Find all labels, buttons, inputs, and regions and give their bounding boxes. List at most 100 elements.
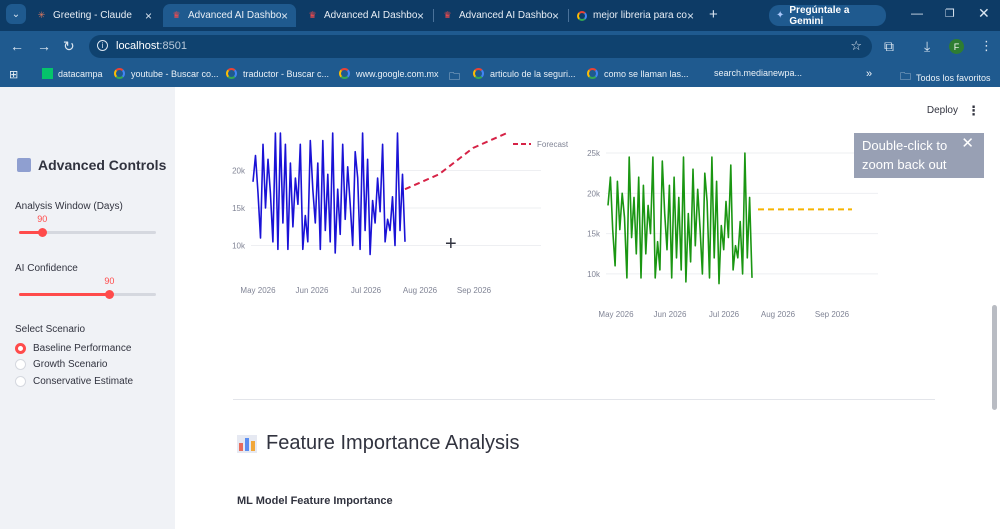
radio-unselected[interactable] xyxy=(15,359,26,370)
series-line xyxy=(607,152,753,285)
streamlit-icon: ♛ xyxy=(172,10,181,20)
scenario-option-baseline[interactable]: Baseline Performance xyxy=(15,343,131,354)
x-tick-label: Sep 2026 xyxy=(815,310,850,319)
y-tick-label: 15k xyxy=(232,204,246,213)
browser-tab-4[interactable]: mejor libreria para co × xyxy=(569,4,702,27)
address-toolbar: ← → ↻ i localhost:8501 ☆ ⧉ ⤓ F ⋮ xyxy=(0,31,1000,62)
tab-label: Advanced AI Dashbo xyxy=(459,10,553,21)
bookmark-3[interactable]: www.google.com.mx xyxy=(339,68,439,79)
tab-search-icon[interactable]: ⌄ xyxy=(6,4,26,24)
google-icon xyxy=(473,68,484,79)
minimize-icon[interactable]: — xyxy=(911,6,923,20)
more-bookmarks-icon[interactable]: » xyxy=(866,68,872,80)
slider-thumb[interactable] xyxy=(38,228,48,237)
x-tick-label: Jun 2026 xyxy=(296,286,329,295)
x-tick-label: May 2026 xyxy=(240,286,276,295)
legend-label: Forecast xyxy=(537,140,569,149)
radio-selected[interactable] xyxy=(15,343,26,354)
bookmarks-bar: ⊞ datacampa youtube - Buscar co... tradu… xyxy=(0,62,1000,87)
browser-tab-0[interactable]: ✳ Greeting - Claude × xyxy=(28,4,160,27)
crosshair-cursor-icon: + xyxy=(445,233,457,255)
close-tab-icon[interactable]: × xyxy=(552,9,559,23)
ai-confidence-slider[interactable]: 90 xyxy=(19,276,156,299)
x-tick-label: Jul 2026 xyxy=(709,310,740,319)
bar-chart-icon xyxy=(237,434,257,453)
ai-confidence-label: AI Confidence xyxy=(15,263,78,274)
bookmark-6[interactable]: como se llaman las... xyxy=(587,68,689,79)
folder-icon[interactable]: 🗀 xyxy=(449,68,460,87)
gemini-button[interactable]: ✦ Pregúntale a Gemini xyxy=(769,4,886,27)
url-text: localhost:8501 xyxy=(116,40,187,52)
scenario-option-conservative[interactable]: Conservative Estimate xyxy=(15,376,133,387)
main-content: Deploy ⋮ 10k 15k 20k May 2026 Jun 2026 Jul 20… xyxy=(175,87,1000,529)
close-icon[interactable]: ✕ xyxy=(961,134,974,153)
bookmark-star-icon[interactable]: ☆ xyxy=(850,38,862,54)
main-menu-icon[interactable]: ⋮ xyxy=(967,103,980,119)
x-tick-label: Jun 2026 xyxy=(654,310,687,319)
gemini-label: Pregúntale a Gemini xyxy=(789,4,850,27)
browser-tab-2[interactable]: ♛ Advanced AI Dashbo × xyxy=(299,4,432,27)
sidebar: Advanced Controls Analysis Window (Days)… xyxy=(0,87,175,529)
slider-fill xyxy=(19,293,110,296)
zoom-tooltip: Double-click to zoom back out ✕ xyxy=(854,133,984,178)
series-line xyxy=(252,132,406,256)
close-window-icon[interactable]: ✕ xyxy=(978,5,990,22)
browser-tab-1[interactable]: ♛ Advanced AI Dashbo × xyxy=(163,4,296,27)
tab-label: Advanced AI Dashbo xyxy=(188,10,282,21)
tab-label: Greeting - Claude xyxy=(53,10,132,21)
tab-label: mejor libreria para co xyxy=(593,10,687,21)
browser-menu-icon[interactable]: ⋮ xyxy=(980,38,993,54)
revenue-forecast-chart[interactable]: 10k 15k 20k May 2026 Jun 2026 Jul 2026 Aug 202… xyxy=(215,127,595,307)
extensions-icon[interactable]: ⧉ xyxy=(884,38,894,55)
reload-icon[interactable]: ↻ xyxy=(63,38,75,55)
google-icon xyxy=(587,68,598,79)
bookmark-0[interactable]: datacampa xyxy=(42,68,103,79)
x-tick-label: May 2026 xyxy=(598,310,634,319)
apps-grid-icon[interactable]: ⊞ xyxy=(9,68,18,81)
slider-thumb[interactable] xyxy=(105,290,115,299)
section-title: Feature Importance Analysis xyxy=(237,432,519,455)
google-icon xyxy=(577,10,587,21)
bookmark-7[interactable]: search.medianewpa... xyxy=(714,68,802,78)
control-knobs-icon xyxy=(17,158,31,172)
close-tab-icon[interactable]: × xyxy=(417,9,424,23)
close-tab-icon[interactable]: × xyxy=(281,9,288,23)
x-tick-label: Aug 2026 xyxy=(403,286,438,295)
y-tick-label: 20k xyxy=(232,167,246,176)
all-bookmarks[interactable]: 🗀 Todos los favoritos xyxy=(900,68,991,87)
folder-icon: 🗀 xyxy=(900,71,911,83)
bookmark-5[interactable]: articulo de la seguri... xyxy=(473,68,576,79)
analysis-window-label: Analysis Window (Days) xyxy=(15,201,123,212)
deploy-button[interactable]: Deploy xyxy=(927,105,958,116)
back-arrow-icon[interactable]: ← xyxy=(10,38,24,54)
bookmark-2[interactable]: traductor - Buscar c... xyxy=(226,68,329,79)
url-bar[interactable]: i localhost:8501 ☆ xyxy=(89,35,872,58)
browser-tab-3[interactable]: ♛ Advanced AI Dashbo × xyxy=(434,4,567,27)
y-tick-label: 20k xyxy=(587,189,601,198)
bookmark-1[interactable]: youtube - Buscar co... xyxy=(114,68,219,79)
restore-icon[interactable]: ❐ xyxy=(945,7,955,20)
baseline-chart[interactable]: 10k 15k 20k 25k May 2026 Jun 2026 Jul 2026 Aug … xyxy=(580,142,880,327)
site-info-icon[interactable]: i xyxy=(97,40,108,51)
scenario-label: Select Scenario xyxy=(15,324,86,335)
radio-unselected[interactable] xyxy=(15,376,26,387)
slider-value: 90 xyxy=(37,214,48,224)
y-tick-label: 15k xyxy=(587,230,601,239)
gemini-sparkle-icon: ✦ xyxy=(776,10,785,21)
scrollbar[interactable] xyxy=(992,305,997,410)
google-icon xyxy=(114,68,125,79)
download-icon[interactable]: ⤓ xyxy=(924,38,930,55)
scenario-option-growth[interactable]: Growth Scenario xyxy=(15,359,107,370)
close-tab-icon[interactable]: × xyxy=(687,9,694,23)
tab-label: Advanced AI Dashbo xyxy=(324,10,418,21)
claude-icon: ✳ xyxy=(37,10,46,20)
x-tick-label: Jul 2026 xyxy=(351,286,382,295)
profile-avatar[interactable]: F xyxy=(949,39,964,54)
y-tick-label: 25k xyxy=(587,149,601,158)
close-tab-icon[interactable]: × xyxy=(145,9,152,23)
forward-arrow-icon[interactable]: → xyxy=(37,38,51,54)
new-tab-icon[interactable]: + xyxy=(709,6,718,23)
google-icon xyxy=(226,68,237,79)
section-subtitle: ML Model Feature Importance xyxy=(237,495,393,507)
analysis-window-slider[interactable]: 90 xyxy=(19,214,156,237)
